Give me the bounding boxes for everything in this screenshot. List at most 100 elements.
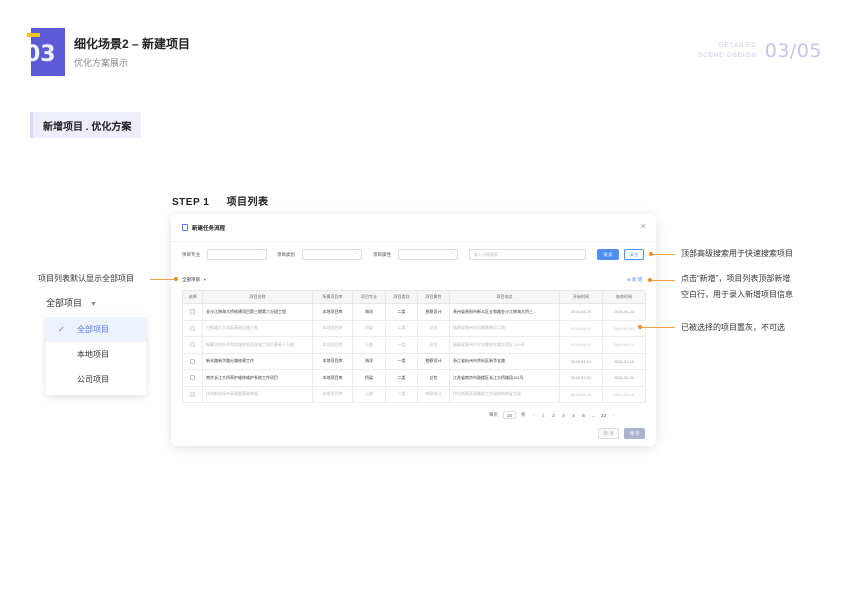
annotation-line: [651, 254, 675, 255]
dropdown-item-local[interactable]: 本地项目: [46, 342, 146, 367]
step-label: STEP 1: [172, 197, 210, 208]
per-page-unit: 条: [521, 412, 526, 417]
scope-dropdown-menu: ✓ 全部项目 本地项目 公司项目: [46, 315, 146, 395]
save-button[interactable]: 保 存: [624, 428, 645, 439]
cell-attr: 总包: [417, 336, 450, 354]
select-cell: [182, 385, 203, 403]
page-button[interactable]: 3: [561, 413, 567, 418]
table-row[interactable]: 南京长江大桥养护维修维护系统工作项目 本地项目库 桥梁 二类 总包 江苏省南京市鼓楼区长江…: [182, 369, 646, 387]
section-tag: 新增项目 . 优化方案: [30, 112, 142, 138]
modal-title: 新建任务流程: [192, 226, 226, 232]
page-indicator: DETAILED SCENE DSEIGN 03/05: [698, 40, 822, 62]
row-checkbox: [190, 325, 195, 331]
column-header: 项目地点: [449, 290, 560, 304]
row-checkbox[interactable]: [190, 309, 195, 315]
scene-caption-line1: DETAILED: [719, 42, 757, 49]
column-header: 选择: [182, 290, 203, 304]
row-checkbox[interactable]: [190, 375, 195, 381]
annotation-dot: [638, 325, 642, 329]
cell-cat: 二类: [385, 369, 418, 387]
annotation-add-new-line2: 空白行，用于录入新增项目信息: [681, 290, 793, 299]
add-new-button[interactable]: ⊕ 新 增: [627, 277, 642, 283]
cell-start: 2016-04-01: [559, 352, 603, 370]
prev-page-button[interactable]: ‹: [531, 413, 537, 418]
page-button[interactable]: 23: [601, 413, 607, 418]
row-checkbox[interactable]: [190, 358, 195, 364]
scene-caption-line2: SCENE DSEIGN: [698, 52, 757, 59]
cell-lib: 本地项目库: [312, 369, 353, 387]
annotation-line: [150, 279, 176, 280]
page-button[interactable]: 2: [551, 413, 557, 418]
annotation-top-search: 顶部高级搜索用于快速搜索项目: [681, 249, 793, 258]
per-page-select[interactable]: 10: [503, 411, 517, 419]
cell-attr: 总包: [417, 369, 450, 387]
column-header: 项目名称: [202, 290, 313, 304]
dropdown-item-all[interactable]: ✓ 全部项目: [46, 317, 146, 342]
column-header: 项目专业: [352, 290, 386, 304]
column-header: 项目类别: [385, 290, 418, 304]
page-button[interactable]: 4: [571, 413, 577, 418]
cell-loc: 浙江省杭州市余杭区新华支路: [449, 352, 560, 370]
annotation-disabled-rows: 已被选择的项目置灰，不可选: [681, 323, 785, 332]
table-row: 伊利斯连接布高速路基础修复 本地项目库 公路 二类 勘察设计 伊拉斯路高速路面工作段结构修…: [182, 385, 646, 403]
page-list: 1 2 3 4 5... 23: [541, 413, 611, 418]
chevron-down-icon: ﹀: [450, 252, 454, 257]
annotation-line: [640, 327, 675, 328]
cell-end: 2020-03-15: [602, 385, 646, 403]
page-button[interactable]: 5: [581, 413, 587, 418]
table-row: 白鹤滩大大发展基础设施工程 本地项目库 桥梁 二类 总包 福建省泉州市石狮路建设二期 201…: [182, 319, 646, 337]
cell-loc: 江苏省南京市鼓楼区长江大桥路段101号: [449, 369, 560, 387]
cell-loc: 福建省泉州市学府路安东路东侧区 200号: [449, 336, 560, 354]
cell-major: 公路: [352, 336, 386, 354]
next-page-button[interactable]: ›: [611, 413, 617, 418]
select-cell: [182, 336, 203, 354]
select-cell: [182, 369, 203, 387]
annotation-line: [650, 280, 675, 281]
check-icon: ✓: [58, 325, 65, 334]
column-header: 开始时间: [559, 290, 603, 304]
modal-header: 新建任务流程 ×: [171, 214, 656, 242]
search-button[interactable]: 搜 索: [597, 249, 619, 260]
table-row[interactable]: 新光路新华路分路修建工作 本地项目库 海洋 一类 勘察设计 浙江省杭州市余杭区新华支路 20…: [182, 352, 646, 370]
cell-lib: 本地项目库: [312, 352, 353, 370]
document-icon: [182, 224, 188, 231]
cell-name: 新翼学校市共和凯路农地凯泉施工项目基础于万物...: [202, 336, 313, 354]
page-subtitle: 优化方案展示: [74, 58, 129, 68]
filter-bar: 项目专业 ﹀ 项目类别 ﹀ 项目属性 ﹀ 输入内容搜索 搜 索 清 空: [171, 249, 656, 263]
cell-lib: 本地项目库: [312, 336, 353, 354]
table-row[interactable]: 金沙江跨海大桥修建项目第三期第六分段工程 本地项目库 海洋 二类 勘察设计 贵州省贵阳市新…: [182, 303, 646, 321]
cancel-button[interactable]: 取 消: [598, 428, 619, 439]
scope-dropdown-label: 全部项目: [46, 298, 83, 308]
major-select[interactable]: ﹀: [207, 249, 267, 260]
annotation-dot: [174, 277, 178, 281]
category-select[interactable]: ﹀: [302, 249, 362, 260]
cell-name: 伊利斯连接布高速路基础修复: [202, 385, 313, 403]
cell-cat: 二类: [385, 303, 418, 321]
page-button[interactable]: 1: [541, 413, 547, 418]
page-title: 细化场景2 – 新建项目: [74, 37, 191, 51]
clear-button[interactable]: 清 空: [624, 249, 644, 260]
cell-major: 桥梁: [352, 369, 386, 387]
search-input[interactable]: 输入内容搜索: [469, 249, 586, 260]
row-checkbox: [190, 391, 195, 397]
section-number: 03: [25, 42, 56, 67]
attr-select[interactable]: ﹀: [398, 249, 458, 260]
cell-start: 2016-04-20: [559, 303, 603, 321]
cell-loc: 伊拉斯路高速路面工作段结构修复方案: [449, 385, 560, 403]
scope-label: 全部项目: [182, 277, 200, 282]
table-header-row: 选择 项目名称 所属项目库 项目专业 项目类别 项目属性 项目地点 开始时间 结…: [182, 290, 646, 304]
cell-loc: 福建省泉州市石狮路建设二期: [449, 319, 560, 337]
scope-dropdown-trigger[interactable]: 全部项目 ▼: [46, 296, 97, 309]
close-icon[interactable]: ×: [641, 221, 646, 231]
project-scope-dropdown[interactable]: 全部项目 ▼: [182, 277, 206, 283]
select-cell: [182, 352, 203, 370]
filter-label-major: 项目专业: [182, 252, 200, 257]
annotation-dot: [648, 278, 652, 282]
column-header: 所属项目库: [312, 290, 353, 304]
cell-start: 2016-04-01: [559, 336, 603, 354]
scene-caption: DETAILED SCENE DSEIGN: [698, 41, 757, 61]
dropdown-item-label: 本地项目: [77, 350, 109, 359]
section-number-badge: 03: [25, 28, 65, 78]
cell-cat: 二类: [385, 319, 418, 337]
dropdown-item-company[interactable]: 公司项目: [46, 367, 146, 392]
